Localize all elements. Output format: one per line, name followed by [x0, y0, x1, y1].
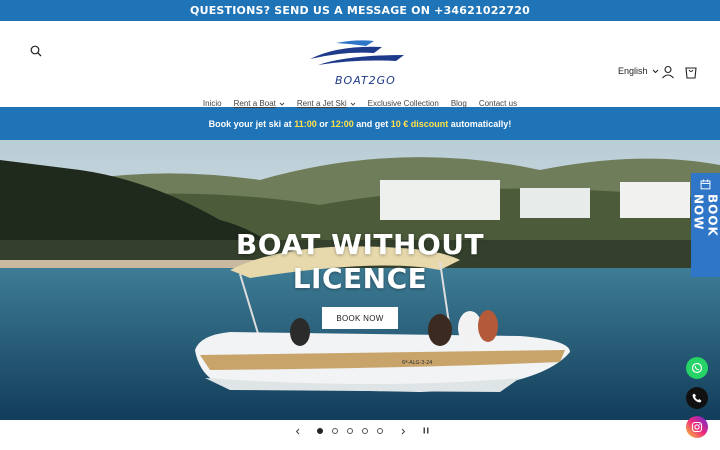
search-button[interactable] [27, 42, 45, 60]
hero-title: BOAT WITHOUT LICENCE [235, 228, 485, 295]
nav-label: Contact us [478, 99, 518, 108]
slider-controls [0, 420, 720, 442]
chevron-down-icon [279, 102, 285, 106]
nav-label: Rent a Boat [233, 99, 276, 108]
slide-dot[interactable] [347, 428, 353, 434]
chevron-right-icon [401, 428, 405, 434]
nav-item-rent-a-jet-ski[interactable]: Rent a Jet Ski [291, 99, 362, 108]
promo-bar: Book your jet ski at 11:00 or 12:00 and … [0, 107, 720, 140]
nav-label: Exclusive Collection [367, 99, 439, 108]
cart-icon[interactable] [683, 64, 699, 80]
hero-banner: 6ª-ALG-3-24 BOAT WITHOUT LICENCE BOOK NO… [0, 140, 720, 420]
nav-label: Inicio [202, 99, 222, 108]
promo-text: Book your jet ski at 11:00 or 12:00 and … [208, 118, 512, 129]
prev-slide-button[interactable] [291, 425, 303, 437]
language-selector[interactable]: English [618, 66, 659, 76]
chevron-down-icon [652, 69, 658, 73]
nav-label: Blog [450, 99, 467, 108]
search-icon [30, 45, 42, 57]
hero-book-now-button[interactable]: BOOK NOW [322, 307, 398, 329]
slide-dot[interactable] [332, 428, 338, 434]
side-book-label: BOOK NOW [691, 193, 720, 237]
slider-dots [317, 428, 383, 434]
next-slide-button[interactable] [397, 425, 409, 437]
logo-text: BOAT2GO [335, 74, 396, 87]
main-nav: Inicio Rent a Boat Rent a Jet Ski Exclus… [0, 99, 720, 108]
chevron-left-icon [295, 428, 299, 434]
slide-dot[interactable] [377, 428, 383, 434]
whatsapp-icon [691, 362, 703, 374]
pause-icon [423, 427, 429, 434]
announcement-text[interactable]: QUESTIONS? SEND US A MESSAGE ON +3462102… [190, 4, 530, 17]
chevron-down-icon [350, 102, 355, 106]
nav-item-exclusive-collection[interactable]: Exclusive Collection [362, 99, 445, 108]
pause-button[interactable] [423, 426, 429, 436]
nav-item-blog[interactable]: Blog [445, 99, 473, 108]
side-book-now-button[interactable]: BOOK NOW [691, 173, 720, 277]
logo-mark[interactable] [308, 37, 406, 69]
site-header: BOAT2GO English Inicio Rent a Boat Rent … [0, 21, 720, 108]
user-icon[interactable] [660, 64, 676, 80]
slide-dot[interactable] [362, 428, 368, 434]
calendar-icon [700, 179, 711, 190]
nav-item-rent-a-boat[interactable]: Rent a Boat [228, 99, 291, 108]
nav-item-inicio[interactable]: Inicio [197, 99, 228, 108]
svg-text:6ª-ALG-3-24: 6ª-ALG-3-24 [402, 360, 432, 366]
phone-icon [692, 393, 702, 403]
language-label: English [618, 66, 648, 76]
announcement-bar: QUESTIONS? SEND US A MESSAGE ON +3462102… [0, 0, 720, 21]
nav-item-contact-us[interactable]: Contact us [473, 99, 523, 108]
nav-label: Rent a Jet Ski [296, 99, 347, 108]
phone-button[interactable] [686, 387, 708, 409]
slide-dot[interactable] [317, 428, 323, 434]
whatsapp-button[interactable] [686, 357, 708, 379]
